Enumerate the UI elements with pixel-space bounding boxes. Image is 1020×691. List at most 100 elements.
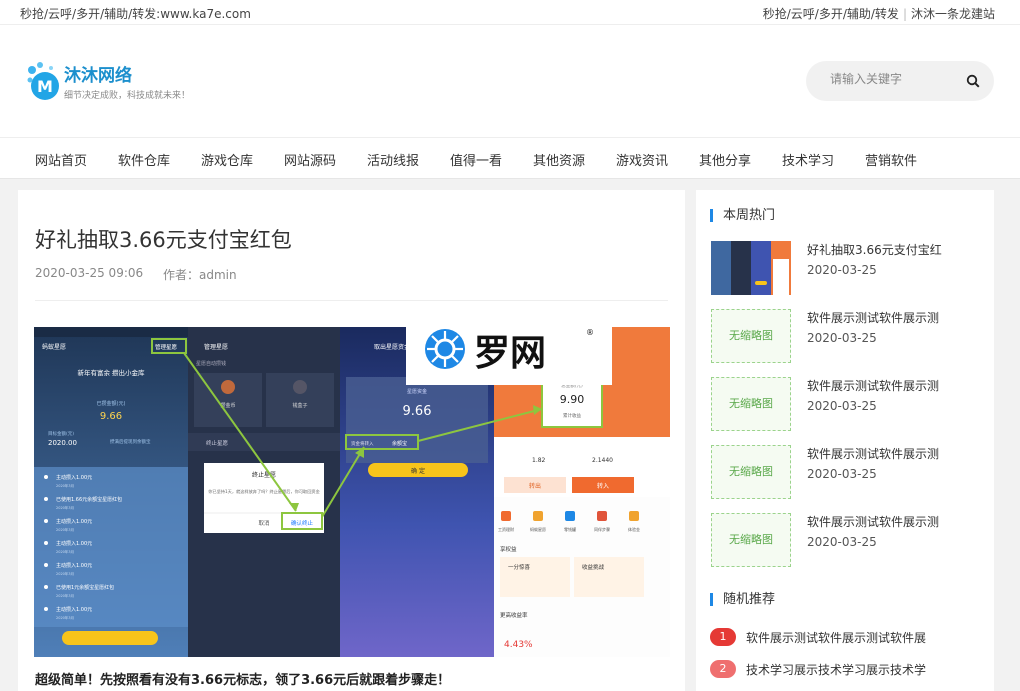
- p4-icon: [597, 511, 607, 521]
- p3-dest: 余额宝: [392, 440, 407, 447]
- p4-icon-label: 体验金: [628, 526, 640, 532]
- p2-header: 管理星愿: [204, 343, 228, 351]
- p4-icon: [565, 511, 575, 521]
- p1-item-text: 主动攒入1.00元: [56, 606, 92, 613]
- hot-item[interactable]: 无缩略图 软件展示测试软件展示测 2020-03-25: [711, 377, 986, 433]
- p1-back: 蚂蚁星愿: [42, 343, 66, 351]
- no-thumbnail-placeholder[interactable]: 无缩略图: [711, 445, 791, 499]
- p4-v2: 2.1440: [592, 457, 613, 464]
- hot-item[interactable]: 无缩略图 软件展示测试软件展示测 2020-03-25: [711, 309, 986, 365]
- logo-letter: M: [37, 77, 53, 96]
- hot-item-thumbnail[interactable]: [711, 241, 791, 295]
- p2-row2: 终止星愿: [206, 439, 229, 447]
- random-item[interactable]: 2 技术学习展示技术学习展示技术学: [710, 660, 980, 680]
- p4-icon-label: 零钱罐: [564, 526, 576, 532]
- sidebar: 本周热门 好礼抽取3.66元支付宝红 2020-03-25 无缩略图 软件展示测…: [696, 190, 994, 691]
- rank-badge: 2: [710, 660, 736, 678]
- p1-item-date: 2020年3月: [56, 571, 74, 576]
- nav-item-games[interactable]: 游戏仓库: [201, 150, 253, 169]
- random-item[interactable]: 1 软件展示测试软件展示测试软件展: [710, 628, 980, 648]
- hot-item-title[interactable]: 软件展示测试软件展示测: [807, 377, 939, 394]
- p4-btn-out: 转出: [529, 482, 541, 490]
- p4-benefit: 享权益: [500, 545, 517, 553]
- p2-row1: 星愿自动攒钱: [196, 360, 226, 367]
- author-name[interactable]: admin: [199, 268, 237, 282]
- random-item-title[interactable]: 技术学习展示技术学习展示技术学: [746, 661, 926, 678]
- p1-item-date: 2020年3月: [56, 505, 74, 510]
- article-image[interactable]: 蚂蚁星愿 管理星愿 新年有富余 攒出小金库 已攒金额(元) 9.66 目标金额(…: [34, 327, 670, 657]
- p1-amount: 9.66: [100, 411, 122, 422]
- hot-item-date: 2020-03-25: [807, 399, 877, 413]
- p3-amount: 9.66: [403, 404, 432, 419]
- p1-item-text: 主动攒入1.00元: [56, 474, 92, 481]
- p3-label: 星愿资金: [407, 388, 427, 395]
- nav-item-other-share[interactable]: 其他分享: [699, 150, 751, 169]
- p4-btn-in: 转入: [597, 482, 609, 490]
- p1-item-text: 主动攒入1.00元: [56, 518, 92, 525]
- nav-item-activities[interactable]: 活动线报: [367, 150, 419, 169]
- main-nav: 网站首页 软件仓库 游戏仓库 网站源码 活动线报 值得一看 其他资源 游戏资讯 …: [0, 137, 1020, 179]
- top-bar-notice: 秒抢/云呼/多开/辅助/转发:www.ka7e.com: [20, 7, 251, 21]
- p1-item-text: 已使用1.66元余额宝星愿红包: [56, 496, 122, 503]
- hot-item[interactable]: 好礼抽取3.66元支付宝红 2020-03-25: [711, 241, 986, 297]
- top-bar-links: 秒抢/云呼/多开/辅助/转发 | 沐沐一条龙建站: [762, 7, 995, 21]
- nav-item-source[interactable]: 网站源码: [284, 150, 336, 169]
- nav-item-game-news[interactable]: 游戏资讯: [616, 150, 668, 169]
- p1-item-text: 主动攒入1.00元: [56, 540, 92, 547]
- nav-item-other-resources[interactable]: 其他资源: [533, 150, 585, 169]
- p2-confirm: 确认终止: [291, 519, 314, 527]
- divider: [35, 300, 668, 301]
- p1-goal-label: 目标金额(元): [48, 430, 74, 437]
- article: 好礼抽取3.66元支付宝红包 2020-03-25 09:06 作者：admin…: [18, 190, 685, 691]
- hot-item-date: 2020-03-25: [807, 331, 877, 345]
- p4-icon-label: 工资理财: [498, 526, 514, 532]
- p1-item-text: 主动攒入1.00元: [56, 562, 92, 569]
- p4-card2: 收益挑战: [582, 563, 605, 571]
- top-link-services[interactable]: 秒抢/云呼/多开/辅助/转发: [763, 7, 899, 21]
- nav-item-marketing[interactable]: 营销软件: [865, 150, 917, 169]
- top-link-build-site[interactable]: 沐沐一条龙建站: [911, 7, 995, 21]
- logo-icon[interactable]: M: [26, 60, 60, 104]
- p4-card1: 一分惊喜: [508, 563, 531, 571]
- brand-name[interactable]: 沐沐网络: [64, 61, 132, 86]
- p4-rate: 4.43%: [504, 640, 533, 650]
- search-input[interactable]: [830, 72, 960, 86]
- svg-text:®: ®: [586, 328, 594, 337]
- p4-icon: [533, 511, 543, 521]
- hot-item-title[interactable]: 软件展示测试软件展示测: [807, 513, 939, 530]
- nav-item-tech[interactable]: 技术学习: [782, 150, 834, 169]
- p4-icon-label: 同伴步骤: [594, 526, 610, 532]
- no-thumbnail-placeholder[interactable]: 无缩略图: [711, 377, 791, 431]
- rank-badge: 1: [710, 628, 736, 646]
- p2-dialog-body: 你已坚持1天，就这样放弃了吗？终止星愿后，你可取回资金: [208, 488, 320, 495]
- search-icon[interactable]: [966, 74, 980, 88]
- author-label: 作者：: [163, 268, 200, 282]
- top-bar: 秒抢/云呼/多开/辅助/转发:www.ka7e.com 秒抢/云呼/多开/辅助/…: [0, 0, 1020, 25]
- no-thumbnail-placeholder[interactable]: 无缩略图: [711, 513, 791, 567]
- hot-section-title: 本周热门: [710, 209, 775, 222]
- p4-icon: [501, 511, 511, 521]
- nav-item-software[interactable]: 软件仓库: [118, 150, 170, 169]
- p4-amount: 9.90: [560, 393, 585, 406]
- nav-item-home[interactable]: 网站首页: [35, 150, 87, 169]
- hot-item-title[interactable]: 好礼抽取3.66元支付宝红: [807, 241, 942, 258]
- p3-dest-label: 资金将转入: [351, 440, 374, 447]
- hot-item[interactable]: 无缩略图 软件展示测试软件展示测 2020-03-25: [711, 445, 986, 501]
- hot-item-title[interactable]: 软件展示测试软件展示测: [807, 445, 939, 462]
- random-item-title[interactable]: 软件展示测试软件展示测试软件展: [746, 629, 926, 646]
- hot-item-date: 2020-03-25: [807, 535, 877, 549]
- p1-item-date: 2020年3月: [56, 483, 74, 488]
- search-box: [806, 61, 994, 101]
- p1-item-dot: [44, 563, 48, 567]
- p1-item-date: 2020年3月: [56, 615, 74, 620]
- hot-item-title[interactable]: 软件展示测试软件展示测: [807, 309, 939, 326]
- post-date: 2020-03-25 09:06: [35, 266, 144, 280]
- p2-opt2: 钱盒子: [292, 402, 307, 409]
- p1-goal: 2020.00: [48, 439, 77, 447]
- hot-item-date: 2020-03-25: [807, 263, 877, 277]
- hot-item[interactable]: 无缩略图 软件展示测试软件展示测 2020-03-25: [711, 513, 986, 569]
- post-author: 作者：admin: [163, 266, 237, 283]
- nav-item-worth[interactable]: 值得一看: [450, 150, 502, 169]
- post-title: 好礼抽取3.66元支付宝红包: [35, 228, 292, 252]
- no-thumbnail-placeholder[interactable]: 无缩略图: [711, 309, 791, 363]
